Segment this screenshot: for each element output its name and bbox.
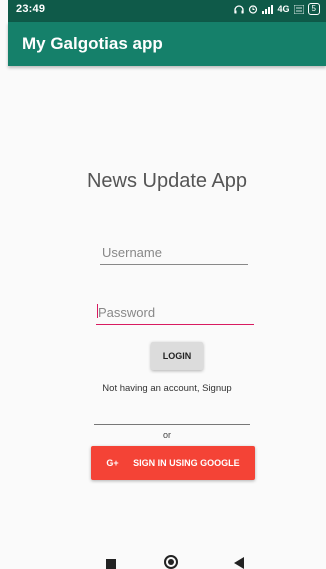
headphones-icon <box>233 4 244 13</box>
status-bar: 23:49 4G 5 <box>8 0 326 22</box>
username-input[interactable] <box>100 240 248 265</box>
google-signin-button[interactable]: G+ SIGN IN USING GOOGLE <box>91 446 255 480</box>
password-input[interactable] <box>96 300 254 325</box>
google-signin-label: SIGN IN USING GOOGLE <box>133 458 240 468</box>
login-button[interactable]: LOGIN <box>151 342 203 370</box>
volte-icon <box>293 4 304 14</box>
status-icons: 4G 5 <box>233 3 320 15</box>
battery-icon: 5 <box>307 3 320 15</box>
recent-apps-icon[interactable] <box>106 559 116 569</box>
google-plus-icon: G+ <box>106 458 119 468</box>
alarm-icon <box>248 5 257 14</box>
network-type: 4G <box>277 4 290 14</box>
signup-link[interactable]: Not having an account, Signup <box>8 383 326 394</box>
back-icon[interactable] <box>234 557 244 569</box>
status-time: 23:49 <box>16 3 46 15</box>
app-bar: My Galgotias app <box>8 22 326 66</box>
signal-icon <box>261 4 273 14</box>
home-icon[interactable] <box>164 555 178 569</box>
divider <box>94 424 250 425</box>
app-screen: 23:49 4G 5 My Galgotias app News Update … <box>8 0 326 569</box>
app-title: My Galgotias app <box>22 34 163 53</box>
or-label: or <box>162 430 171 440</box>
navigation-bar <box>8 545 326 569</box>
text-cursor <box>97 304 98 318</box>
page-heading: News Update App <box>86 170 248 192</box>
